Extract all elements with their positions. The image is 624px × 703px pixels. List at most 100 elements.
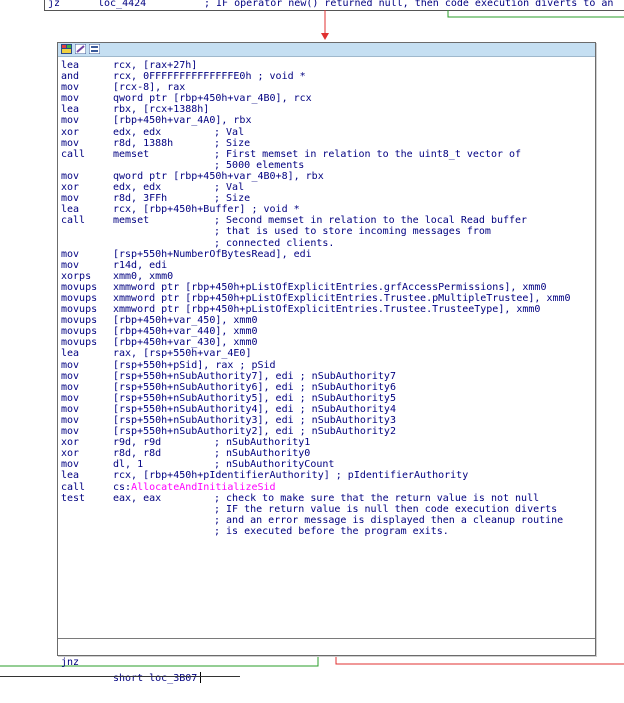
instruction-comment: ; that is used to store incoming message… [214,226,491,238]
basic-block-node[interactable]: lea rcx, [rax+27h] and rcx, 0FFFFFFFFFFFFFF… [57,42,596,684]
instruction-operands[interactable]: r8d, r8d [113,448,161,459]
instruction-line[interactable]: mov [rsp+550h+NumberOfBytesRead], edi [61,249,595,260]
instruction-line[interactable]: lea rcx, [rbp+450h+Buffer] ; void * [61,204,595,215]
instruction-operands[interactable]: [rbp+450h+var_450], xmm0 [113,315,258,326]
instruction-line[interactable]: mov qword ptr [rbp+450h+var_4B0+8], rbx [61,171,595,182]
instruction-operands[interactable]: rbx, [rcx+1388h] [113,104,209,115]
instruction-line[interactable]: movups [rbp+450h+var_440], xmm0 [61,326,595,337]
instruction-operands[interactable]: memset [113,215,149,226]
branch-target[interactable]: short loc_3B07 [113,671,202,687]
instruction-line[interactable]: test eax, eax ; check to make sure that th… [61,493,595,504]
instruction-operands[interactable]: [rsp+550h+nSubAuthority2], edi ; nSubAut… [113,426,396,437]
instruction-line[interactable]: ; 5000 elements [61,160,595,171]
instruction-operands[interactable]: edx, edx [113,182,161,193]
node-header[interactable] [58,43,595,57]
instruction-operands[interactable]: [rbp+450h+var_430], xmm0 [113,337,258,348]
disassembly-listing[interactable]: lea rcx, [rax+27h] and rcx, 0FFFFFFFFFFFFFF… [61,60,595,537]
instruction-mnemonic: movups [61,304,98,316]
instruction-operands[interactable]: rax, [rsp+550h+var_4E0] [113,348,251,359]
instruction-line[interactable]: xor edx, edx ; Val [61,182,595,193]
graph-color-icon[interactable] [61,44,72,54]
instruction-operands[interactable]: [rcx-8], rax [113,82,185,93]
group-nodes-icon[interactable] [89,44,100,54]
instruction-line[interactable]: mov r8d, 3FFh ; Size [61,193,595,204]
instruction-operands[interactable]: [rsp+550h+nSubAuthority6], edi ; nSubAut… [113,382,396,393]
instruction-line[interactable]: ; IF the return value is null then code … [61,504,595,515]
instruction-line[interactable]: xor r9d, r9d ; nSubAuthority1 [61,437,595,448]
instruction-operands[interactable]: [rsp+550h+nSubAuthority7], edi ; nSubAut… [113,371,396,382]
instruction-line[interactable]: call cs:AllocateAndInitializeSid [61,482,595,493]
instruction-operands[interactable]: xmmword ptr [rbp+450h+pListOfExplicitEnt… [113,282,546,293]
instruction-line[interactable]: mov dl, 1 ; nSubAuthorityCount [61,459,595,470]
instruction-line[interactable]: mov r14d, edi [61,260,595,271]
instruction-mnemonic: mov [61,137,80,149]
instruction-operands[interactable]: dl, 1 [113,459,143,470]
instruction-line[interactable]: and rcx, 0FFFFFFFFFFFFFFE0h ; void * [61,71,595,82]
instruction-operands[interactable]: xmmword ptr [rbp+450h+pListOfExplicitEnt… [113,293,571,304]
instruction-line[interactable]: mov [rsp+550h+nSubAuthority2], edi ; nSub… [61,426,595,437]
instruction-operands[interactable]: memset [113,149,149,160]
instruction-operands[interactable]: r14d, edi [113,260,167,271]
instruction-line[interactable]: mov [rbp+450h+var_4A0], rbx [61,115,595,126]
instruction-line[interactable]: call memset ; Second memset in relation to… [61,215,595,226]
instruction-operands[interactable]: [rsp+550h+nSubAuthority4], edi ; nSubAut… [113,404,396,415]
imported-function-name[interactable]: AllocateAndInitializeSid [131,482,276,493]
instruction-line[interactable]: lea rcx, [rbp+450h+pIdentifierAuthority] … [61,470,595,481]
instruction-line[interactable]: mov [rsp+550h+nSubAuthority3], edi ; nSub… [61,415,595,426]
instruction-line[interactable]: movups [rbp+450h+var_450], xmm0 [61,315,595,326]
instruction-line[interactable]: mov [rsp+550h+nSubAuthority5], edi ; nSub… [61,393,595,404]
instruction-operands[interactable]: eax, eax [113,493,161,504]
instruction-comment: ; Size [214,193,251,205]
instruction-line[interactable]: mov [rsp+550h+pSid], rax ; pSid [61,360,595,371]
instruction-line[interactable]: lea rbx, [rcx+1388h] [61,104,595,115]
instruction-operands[interactable]: [rbp+450h+var_440], xmm0 [113,326,258,337]
instruction-line[interactable]: ; and an error message is displayed then… [61,515,595,526]
instruction-operands[interactable]: [rbp+450h+var_4A0], rbx [113,115,251,126]
instruction-operands[interactable]: rcx, 0FFFFFFFFFFFFFFE0h ; void * [113,71,306,82]
instruction-line[interactable]: xor edx, edx ; Val [61,127,595,138]
instruction-comment: ; IF the return value is null then code … [214,503,558,515]
instruction-mnemonic: movups [61,292,98,304]
rename-node-icon[interactable] [75,44,86,54]
instruction-operands[interactable]: r8d, 1388h [113,138,173,149]
instruction-line[interactable]: call memset ; First memset in relation to … [61,149,595,160]
instruction-operands[interactable]: qword ptr [rbp+450h+var_4B0+8], rbx [113,171,324,182]
instruction-line[interactable]: lea rcx, [rax+27h] [61,60,595,71]
instruction-line[interactable]: mov [rcx-8], rax [61,82,595,93]
instruction-operands[interactable]: [rsp+550h+pSid], rax ; pSid [113,360,276,371]
instruction-line[interactable]: mov [rsp+550h+nSubAuthority7], edi ; nSub… [61,371,595,382]
instruction-line[interactable]: ; is executed before the program exits. [61,526,595,537]
instruction-line[interactable]: movups xmmword ptr [rbp+450h+pListOfExpli… [61,304,595,315]
text-cursor [200,672,202,683]
instruction-line[interactable]: xor r8d, r8d ; nSubAuthority0 [61,448,595,459]
branch-instruction-line[interactable]: jnz short loc_3B07 [58,638,595,684]
instruction-line[interactable]: mov qword ptr [rbp+450h+var_4B0], rcx [61,93,595,104]
instruction-line[interactable]: mov r8d, 1388h ; Size [61,138,595,149]
instruction-operands[interactable]: xmmword ptr [rbp+450h+pListOfExplicitEnt… [113,304,540,315]
instruction-operands[interactable]: rcx, [rbp+450h+Buffer] ; void * [113,204,300,215]
instruction-operands[interactable]: r9d, r9d [113,437,161,448]
instruction-comment: ; Val [214,126,245,138]
instruction-operands[interactable]: qword ptr [rbp+450h+var_4B0], rcx [113,93,312,104]
instruction-line[interactable]: ; connected clients. [61,238,595,249]
instruction-operands[interactable]: r8d, 3FFh [113,193,167,204]
instruction-line[interactable]: movups xmmword ptr [rbp+450h+pListOfExpli… [61,293,595,304]
instruction-comment: ; nSubAuthority1 [214,437,311,449]
instruction-line[interactable]: mov [rsp+550h+nSubAuthority6], edi ; nSub… [61,382,595,393]
instruction-comment: ; and an error message is displayed then… [214,514,564,526]
instruction-operands[interactable]: [rsp+550h+nSubAuthority5], edi ; nSubAut… [113,393,396,404]
instruction-line[interactable]: mov [rsp+550h+nSubAuthority4], edi ; nSub… [61,404,595,415]
instruction-operands[interactable]: cs:AllocateAndInitializeSid [113,482,276,493]
instruction-line[interactable]: movups [rbp+450h+var_430], xmm0 [61,337,595,348]
instruction-mnemonic: lea [61,60,80,71]
instruction-line[interactable]: movups xmmword ptr [rbp+450h+pListOfExpli… [61,282,595,293]
instruction-line[interactable]: lea rax, [rsp+550h+var_4E0] [61,348,595,359]
instruction-operands[interactable]: rcx, [rbp+450h+pIdentifierAuthority] ; p… [113,470,468,481]
instruction-operands[interactable]: edx, edx [113,127,161,138]
instruction-operands[interactable]: xmm0, xmm0 [113,271,173,282]
instruction-operands[interactable]: [rsp+550h+NumberOfBytesRead], edi [113,249,312,260]
instruction-operands[interactable]: rcx, [rax+27h] [113,60,197,71]
instruction-operands[interactable]: [rsp+550h+nSubAuthority3], edi ; nSubAut… [113,415,396,426]
instruction-line[interactable]: xorps xmm0, xmm0 [61,271,595,282]
instruction-line[interactable]: ; that is used to store incoming message… [61,226,595,237]
